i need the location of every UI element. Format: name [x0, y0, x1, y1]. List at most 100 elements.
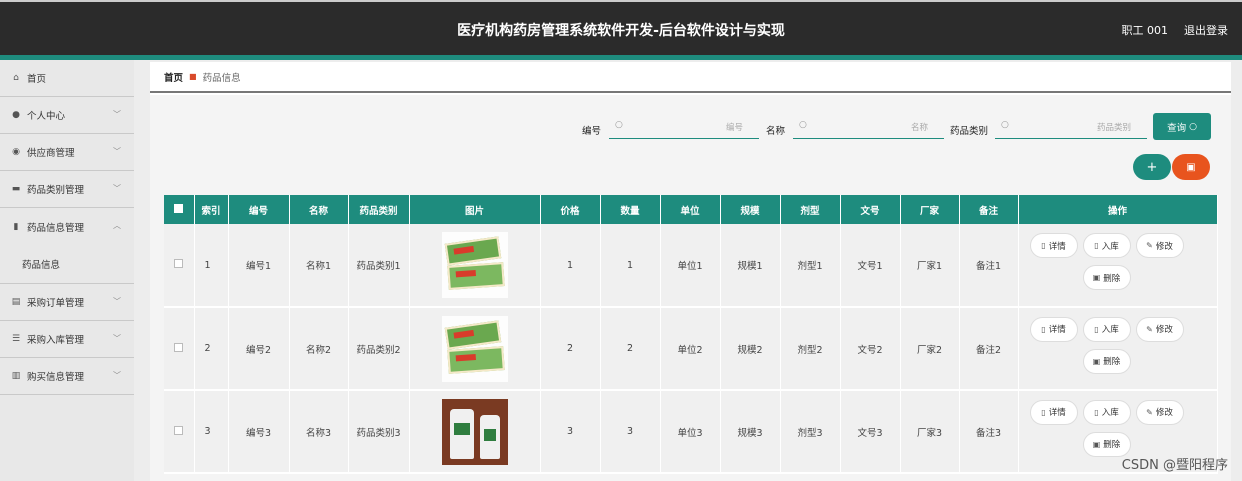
- column-header: 剂型: [780, 195, 841, 224]
- logout-link[interactable]: 退出登录: [1184, 22, 1228, 38]
- chevron-up-icon: ︿: [113, 221, 121, 230]
- cell-scale: 规模1: [720, 224, 781, 308]
- top-bar: 医疗机构药房管理系统软件开发-后台软件设计与实现 职工 001 退出登录: [0, 0, 1242, 55]
- location-icon: ◉: [12, 147, 20, 157]
- cell-unit: 单位3: [660, 390, 721, 474]
- column-header: 图片: [409, 195, 541, 224]
- search-icon: ○: [1001, 120, 1009, 130]
- cell-doc: 文号2: [840, 307, 901, 391]
- main-panel: 首页 ■ 药品信息 编号 ○ 编号 名称 ○ 名称 药品类别 ○ 药品类别 查询…: [150, 62, 1231, 481]
- delete-button[interactable]: ▣ 删除: [1082, 348, 1131, 374]
- cell-note: 备注3: [959, 390, 1019, 474]
- cell-qty: 2: [600, 307, 661, 391]
- trash-icon: ▣: [1092, 356, 1101, 366]
- edit-button[interactable]: ✎ 修改: [1135, 399, 1184, 425]
- detail-label: 详情: [1048, 325, 1066, 335]
- sidebar-item-label: 首页: [27, 74, 47, 85]
- detail-button[interactable]: ▯ 详情: [1029, 233, 1078, 258]
- detail-button[interactable]: ▯ 详情: [1029, 399, 1078, 425]
- chevron-down-icon: ﹀: [113, 297, 121, 306]
- edit-icon: ✎: [1146, 407, 1153, 417]
- category-label: 药品类别: [950, 126, 989, 137]
- column-header: 操作: [1018, 195, 1218, 224]
- add-button[interactable]: +: [1133, 154, 1171, 180]
- document-icon: ▯: [1094, 241, 1099, 250]
- batch-delete-button[interactable]: ▣: [1172, 154, 1210, 180]
- document-icon: ▯: [1094, 324, 1099, 334]
- stock-in-button[interactable]: ▯ 入库: [1082, 316, 1131, 342]
- document-icon: ▯: [1094, 407, 1099, 417]
- cell-name: 名称3: [289, 390, 349, 474]
- cell-form: 剂型3: [780, 390, 841, 474]
- app-title: 医疗机构药房管理系统软件开发-后台软件设计与实现: [457, 23, 785, 39]
- delete-button[interactable]: ▣ 删除: [1082, 431, 1131, 457]
- chevron-down-icon: ﹀: [113, 334, 121, 343]
- sidebar-item-purchase-order[interactable]: ▤ 采购订单管理 ﹀: [0, 284, 134, 321]
- cell-form: 剂型1: [780, 224, 841, 308]
- search-icon: ○: [799, 120, 807, 130]
- list-icon: ☰: [11, 334, 21, 344]
- cell-qty: 3: [600, 390, 661, 474]
- sidebar-item-stock-in[interactable]: ☰ 采购入库管理 ﹀: [0, 321, 134, 358]
- select-all-checkbox[interactable]: [164, 195, 195, 224]
- document-icon: ▯: [1041, 407, 1046, 417]
- cell-price: 2: [540, 307, 601, 391]
- cell-image: [409, 390, 541, 474]
- code-search-input[interactable]: ○ 编号: [609, 115, 759, 139]
- delete-label: 删除: [1103, 440, 1121, 450]
- edit-label: 修改: [1155, 408, 1173, 418]
- query-button[interactable]: 查询 ○: [1153, 113, 1211, 140]
- delete-button[interactable]: ▣ 删除: [1082, 265, 1131, 290]
- sidebar-item-label: 采购订单管理: [27, 298, 85, 309]
- cell-name: 名称2: [289, 307, 349, 391]
- row-checkbox[interactable]: [164, 390, 195, 474]
- stock-in-button[interactable]: ▯ 入库: [1082, 399, 1131, 425]
- home-icon: ⌂: [13, 73, 19, 83]
- cell-image: [409, 224, 541, 308]
- cell-unit: 单位1: [660, 224, 721, 308]
- cell-maker: 厂家3: [900, 390, 960, 474]
- name-placeholder: 名称: [910, 123, 928, 133]
- sidebar-item-label: 药品类别管理: [27, 185, 85, 196]
- sidebar-item-label: 个人中心: [27, 111, 66, 122]
- sidebar-item-medicine[interactable]: ▮ 药品信息管理 ︿: [0, 208, 134, 245]
- sidebar-item-home[interactable]: ⌂ 首页: [0, 60, 134, 97]
- cell-price: 1: [540, 224, 601, 308]
- sidebar-item-supplier[interactable]: ◉ 供应商管理 ﹀: [0, 134, 134, 171]
- medicine-boxes-image: [441, 315, 508, 382]
- stock-in-label: 入库: [1101, 408, 1119, 418]
- stock-in-label: 入库: [1101, 241, 1119, 252]
- column-header: 厂家: [900, 195, 960, 224]
- row-checkbox[interactable]: [164, 307, 195, 391]
- category-search-input[interactable]: ○ 药品类别: [995, 115, 1147, 139]
- edit-label: 修改: [1155, 325, 1173, 335]
- sidebar-item-label: 供应商管理: [27, 148, 75, 159]
- stock-in-button[interactable]: ▯ 入库: [1082, 233, 1131, 258]
- cell-note: 备注2: [959, 307, 1019, 391]
- cell-actions: ▯ 详情 ▯ 入库 ✎ 修改 ▣ 删除: [1018, 307, 1218, 391]
- row-checkbox[interactable]: [164, 224, 195, 308]
- stock-in-label: 入库: [1101, 325, 1119, 335]
- sidebar-item-category[interactable]: ▬ 药品类别管理 ﹀: [0, 171, 134, 208]
- delete-label: 删除: [1103, 357, 1121, 367]
- table-row: 1 编号1 名称1 药品类别1 1 1 单位1 规模1 剂型1 文号1 厂家1 …: [164, 224, 1218, 308]
- breadcrumb-current: 药品信息: [202, 72, 241, 84]
- cell-category: 药品类别2: [348, 307, 410, 391]
- accent-bar: [0, 55, 1242, 60]
- code-placeholder: 编号: [725, 123, 743, 133]
- cell-maker: 厂家1: [900, 224, 960, 308]
- watermark: CSDN @暨阳程序: [1121, 458, 1228, 473]
- column-header: 规模: [720, 195, 781, 224]
- query-button-label: 查询: [1167, 122, 1187, 134]
- cell-actions: ▯ 详情 ▯ 入库 ✎ 修改 ▣ 删除: [1018, 224, 1218, 308]
- edit-button[interactable]: ✎ 修改: [1135, 233, 1184, 258]
- sidebar-item-purchase-info[interactable]: ▥ 购买信息管理 ﹀: [0, 358, 134, 395]
- cell-code: 编号1: [228, 224, 290, 308]
- sidebar-subitem-medicine-info[interactable]: 药品信息: [0, 245, 134, 284]
- breadcrumb-home[interactable]: 首页: [164, 70, 183, 84]
- current-user[interactable]: 职工 001: [1122, 22, 1169, 38]
- sidebar-item-profile[interactable]: ● 个人中心 ﹀: [0, 97, 134, 134]
- edit-button[interactable]: ✎ 修改: [1135, 316, 1184, 342]
- detail-button[interactable]: ▯ 详情: [1029, 316, 1078, 342]
- name-search-input[interactable]: ○ 名称: [793, 115, 944, 139]
